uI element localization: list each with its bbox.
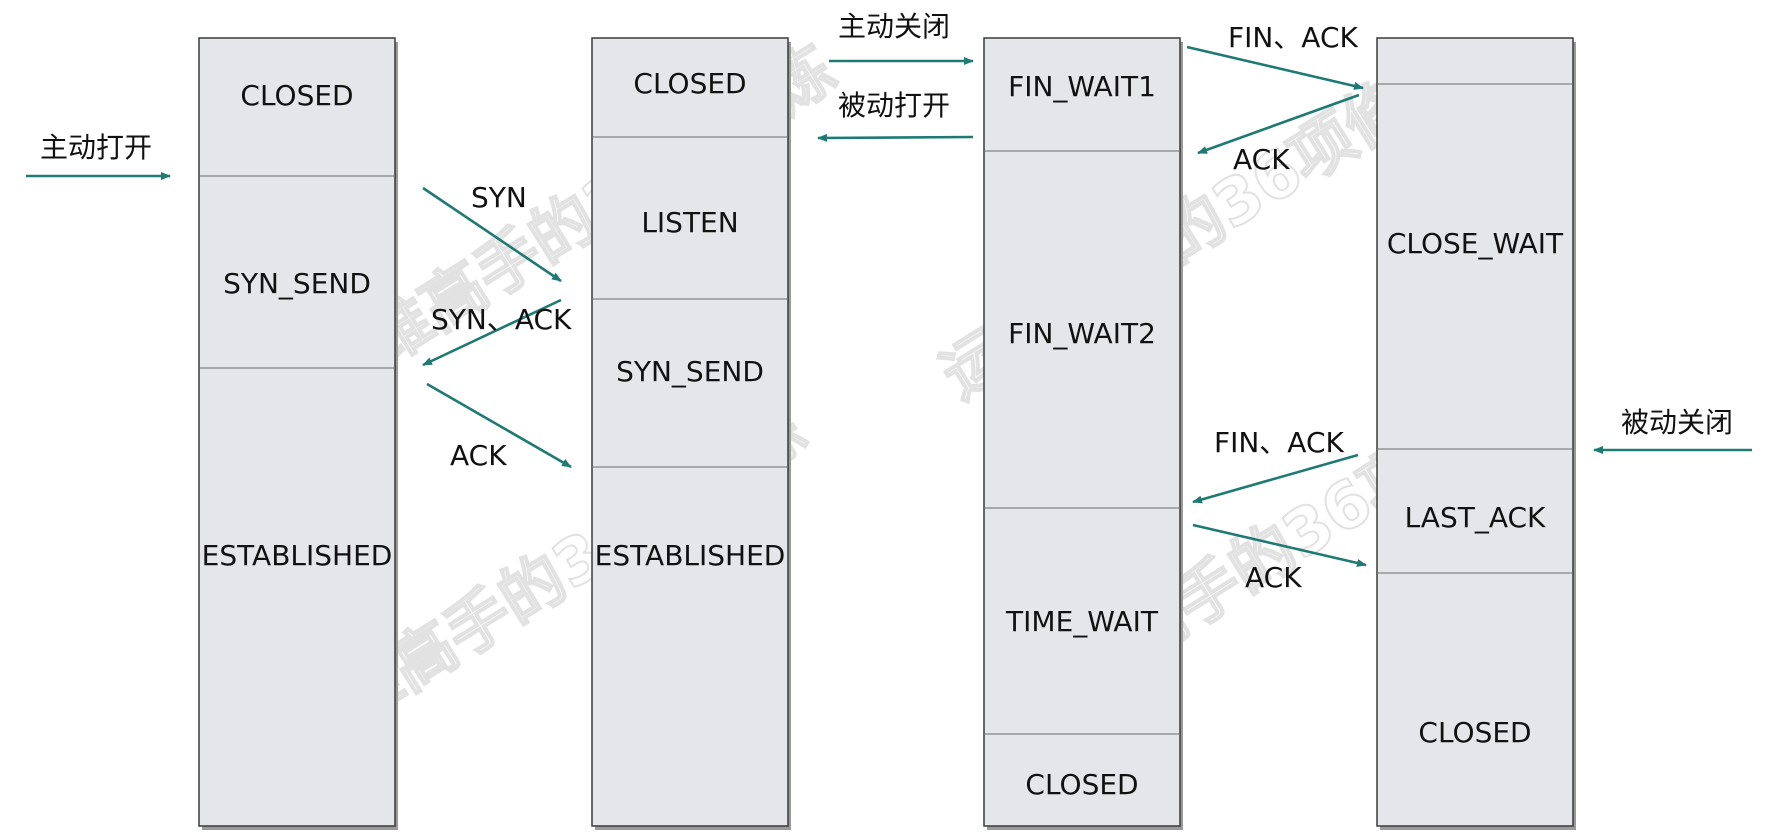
column-passive-close: CLOSE_WAIT LAST_ACK CLOSED (1376, 37, 1576, 830)
column-box (1376, 37, 1574, 827)
state-syn-send: SYN_SEND (223, 267, 371, 300)
label-active-open: 主动打开 (40, 131, 152, 164)
state-established: ESTABLISHED (595, 539, 786, 572)
label-syn: SYN (471, 181, 527, 214)
label-passive-close: 被动关闭 (1621, 406, 1733, 439)
state-last-ack: LAST_ACK (1405, 501, 1546, 534)
column-client-handshake: CLOSED SYN_SEND ESTABLISHED (198, 37, 398, 830)
state-fin-wait2: FIN_WAIT2 (1008, 317, 1156, 350)
label-ack-close-1: ACK (1233, 143, 1290, 176)
column-active-close: FIN_WAIT1 FIN_WAIT2 TIME_WAIT CLOSED (983, 37, 1183, 830)
label-active-close: 主动关闭 (838, 10, 950, 43)
column-server-handshake: CLOSED LISTEN SYN_SEND ESTABLISHED (591, 37, 791, 830)
state-syn-send: SYN_SEND (616, 355, 764, 388)
label-fin-ack-2: FIN、ACK (1214, 426, 1345, 459)
column-box (591, 37, 789, 827)
state-listen: LISTEN (641, 206, 738, 239)
state-time-wait: TIME_WAIT (1005, 605, 1159, 638)
label-ack-handshake: ACK (450, 439, 507, 472)
state-closed: CLOSED (240, 79, 353, 112)
column-box (983, 37, 1181, 827)
tcp-state-diagram: 运维高手的36项修炼 运维高手的36项修炼 运维高手的36项修炼 运维高手的36… (26, 10, 1752, 830)
state-fin-wait1: FIN_WAIT1 (1008, 70, 1156, 103)
column-box (198, 37, 396, 827)
state-closed: CLOSED (633, 67, 746, 100)
state-closed: CLOSED (1025, 768, 1138, 801)
state-established: ESTABLISHED (202, 539, 393, 572)
label-ack-close-2: ACK (1245, 561, 1302, 594)
label-syn-ack: SYN、ACK (431, 303, 572, 336)
label-passive-open: 被动打开 (838, 89, 950, 122)
arrow-passive-open (817, 133, 974, 142)
state-closed: CLOSED (1418, 716, 1531, 749)
state-close-wait: CLOSE_WAIT (1387, 227, 1564, 260)
label-fin-ack-1: FIN、ACK (1228, 21, 1359, 54)
